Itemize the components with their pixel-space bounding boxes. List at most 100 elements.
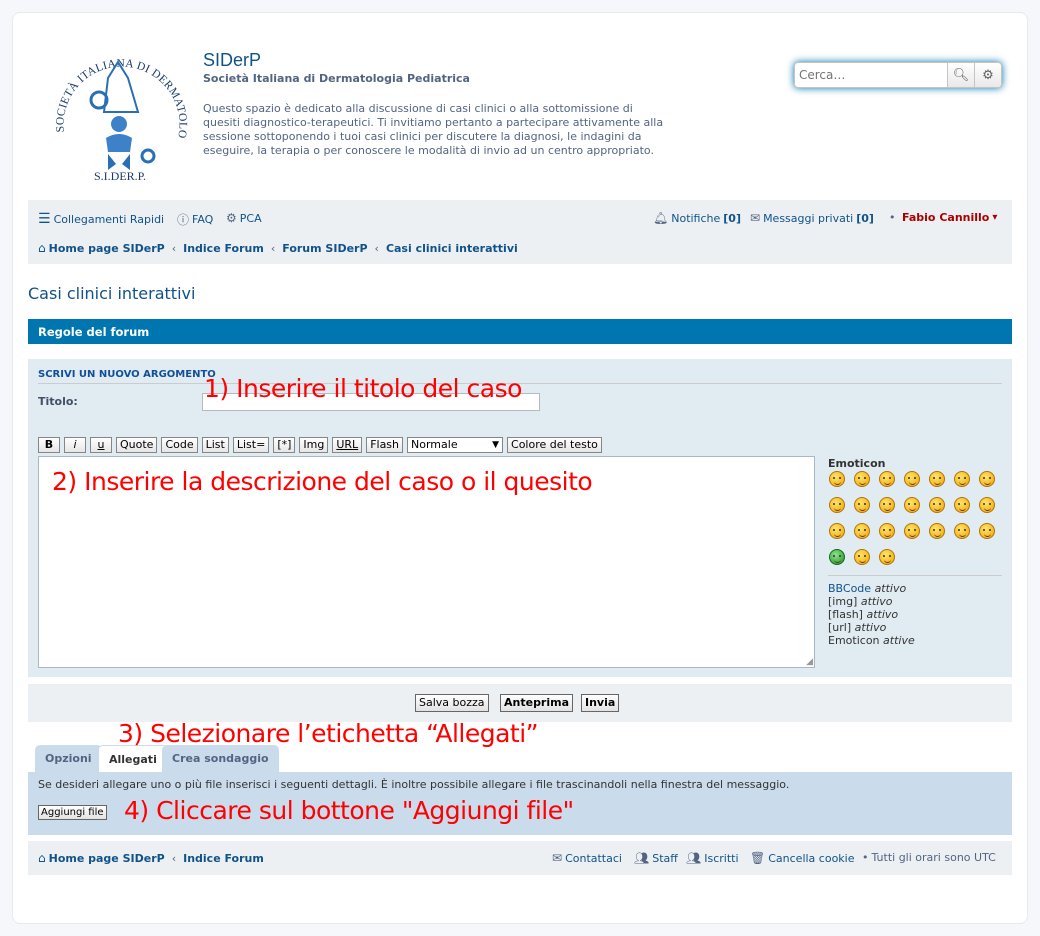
site-title[interactable]: SIDerP [203,50,261,71]
smiley-icon[interactable] [879,549,895,565]
smiley-icon[interactable] [829,471,845,487]
quote-button[interactable]: Quote [116,437,158,453]
staff-link[interactable]: 👥︎ Staff [634,851,678,865]
notifications-link[interactable]: 🔔︎ Notifiche [0] [653,211,741,225]
nav-bullet: • [862,851,869,864]
contact-link[interactable]: ✉ Contattaci [552,851,622,865]
group-icon: 👥︎ [686,851,702,865]
staff-label: Staff [652,851,678,865]
site-subtitle: Società Italiana di Dermatologia Pediatr… [203,72,470,85]
img-button[interactable]: Img [299,437,329,453]
bold-button[interactable]: B [38,437,60,453]
home-icon: ⌂ [38,241,46,255]
resize-handle-icon[interactable]: ◢ [806,657,813,667]
save-draft-button[interactable]: Salva bozza [415,694,489,712]
italic-button[interactable]: i [64,437,86,453]
smiley-icon[interactable] [904,497,920,513]
smiley-icon[interactable] [829,497,845,513]
font-size-value: Normale [411,438,458,451]
user-menu[interactable]: Fabio Cannillo ▾ [902,211,997,224]
search-box: 🔍︎ ⚙ [794,62,1002,88]
page-title[interactable]: Casi clinici interattivi [28,284,195,303]
font-size-select[interactable]: Normale ▼ [407,437,504,453]
smiley-icon[interactable] [979,523,995,539]
smiley-icon[interactable] [929,497,945,513]
smiley-icon[interactable] [979,471,995,487]
url-button[interactable]: URL [332,437,363,453]
nav-bullet: • [889,211,896,224]
breadcrumb-separator: ‹ [270,241,276,255]
faq-label: FAQ [192,213,214,226]
site-description: Questo spazio è dedicato alla discussion… [203,102,664,157]
tab-attachments[interactable]: Allegati [98,745,168,773]
annotation-step2: 2) Inserire la descrizione del caso o il… [52,467,593,496]
smiley-icon[interactable] [929,471,945,487]
bbcode-help-link[interactable]: BBCode [828,582,871,595]
submit-button[interactable]: Invia [581,694,620,712]
quick-links-menu[interactable]: ☰ Collegamenti Rapidi [38,211,164,227]
smiley-icon[interactable] [904,471,920,487]
smiley-icon[interactable] [829,523,845,539]
preview-button[interactable]: Anteprima [500,694,574,712]
search-input[interactable] [795,63,947,87]
underline-button[interactable]: u [90,437,112,453]
advanced-search-button[interactable]: ⚙ [974,63,1001,87]
smiley-icon[interactable] [854,549,870,565]
emoticon-grid [829,471,1005,565]
smiley-icon[interactable] [854,523,870,539]
text-color-button[interactable]: Colore del testo [507,437,602,453]
tab-poll[interactable]: Crea sondaggio [162,745,279,772]
smiley-icon[interactable] [879,523,895,539]
contact-label: Contattaci [565,851,622,865]
bell-icon: 🔔︎ [653,211,669,225]
username: Fabio Cannillo [902,211,990,224]
post-panel: SCRIVI UN NUOVO ARGOMENTO Titolo: B i u … [28,359,1012,677]
list-button[interactable]: List [201,437,229,453]
members-link[interactable]: 👥︎ Iscritti [686,851,739,865]
smiley-icon[interactable] [854,497,870,513]
breadcrumb-separator: ‹ [171,851,177,865]
timezone-label: Tutti gli orari sono UTC [871,851,996,864]
gear-icon: ⚙ [982,67,994,83]
code-button[interactable]: Code [161,437,198,453]
footer-home-link[interactable]: Home page SIDerP [49,852,165,865]
footer-index-link[interactable]: Indice Forum [183,852,264,865]
siderp-logo[interactable]: SOCIETÀ ITALIANA DI DERMATOLOGIA PEDIATR… [46,42,194,190]
team-icon: 👥︎ [634,851,650,865]
ucp-link[interactable]: ⚙ PCA [226,211,262,225]
home-icon: ⌂ [38,851,46,865]
breadcrumb-current[interactable]: Casi clinici interattivi [386,242,518,255]
notifications-label: Notifiche [671,211,721,225]
tab-options[interactable]: Opzioni [35,745,102,772]
smiley-icon[interactable] [879,497,895,513]
breadcrumb-index[interactable]: Indice Forum [183,242,264,255]
smiley-icon[interactable] [854,471,870,487]
smiley-icon[interactable] [954,523,970,539]
breadcrumb-home[interactable]: Home page SIDerP [49,242,165,255]
private-messages-link[interactable]: ✉ Messaggi privati [0] [750,211,874,225]
envelope-icon: ✉ [552,851,563,865]
smiley-icon[interactable] [929,523,945,539]
members-label: Iscritti [704,851,739,865]
faq-link[interactable]: ⓘ FAQ [177,211,213,228]
smiley-icon[interactable] [954,471,970,487]
list-item-button[interactable]: [*] [273,437,296,453]
add-file-button[interactable]: Aggiungi file [38,805,107,820]
delete-cookies-link[interactable]: 🗑︎ Cancella cookie [750,851,855,865]
ordered-list-button[interactable]: List= [232,437,270,453]
status-label: [url] [828,621,852,634]
smiley-icon[interactable] [904,523,920,539]
annotation-step4: 4) Cliccare sul bottone "Aggiungi file" [124,796,574,825]
smiley-icon[interactable] [829,549,845,565]
breadcrumb-forum[interactable]: Forum SIDerP [282,242,367,255]
messages-count: [0] [856,211,874,225]
chevron-down-icon: ▾ [992,212,998,223]
messages-label: Messaggi privati [763,211,854,225]
smiley-icon[interactable] [979,497,995,513]
search-button[interactable]: 🔍︎ [947,63,974,87]
annotation-step1: 1) Inserire il titolo del caso [204,374,522,403]
smiley-icon[interactable] [879,471,895,487]
smiley-icon[interactable] [954,497,970,513]
status-value: attive [883,634,915,647]
flash-button[interactable]: Flash [366,437,404,453]
